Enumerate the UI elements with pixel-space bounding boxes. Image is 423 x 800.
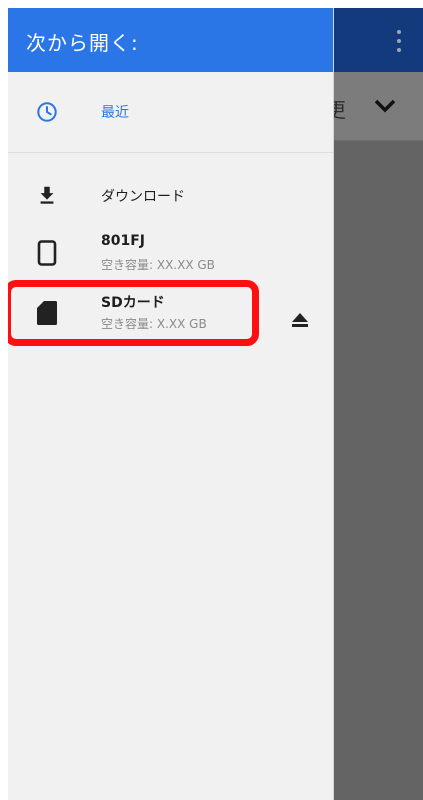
overflow-menu-icon[interactable] [396,30,402,52]
navigation-drawer: 次から開く: 最近 ダウンロード 801FJ 空き容量: XX.XX GB SD… [8,8,334,800]
drawer-item-recent[interactable]: 最近 [8,72,333,152]
drawer-item-label: 最近 [101,105,129,121]
highlight-box [8,280,259,346]
eject-icon[interactable] [290,312,310,328]
drawer-item-device[interactable]: 801FJ 空き容量: XX.XX GB [8,226,333,282]
download-icon [40,186,54,204]
drawer-header: 次から開く: [8,8,333,72]
phone-icon [37,240,57,266]
screen: 更 次から開く: 最近 ダウンロード 801FJ 空き容量: XX.XX GB … [8,8,423,800]
drawer-item-downloads[interactable]: ダウンロード [8,168,333,224]
chevron-down-icon[interactable] [374,98,396,114]
clock-icon [37,102,57,122]
drawer-item-label: ダウンロード [101,189,185,205]
drawer-title: 次から開く: [26,31,139,55]
drawer-item-storage-info: 空き容量: XX.XX GB [101,258,215,272]
drawer-item-label: 801FJ [101,233,145,249]
divider [8,152,333,153]
